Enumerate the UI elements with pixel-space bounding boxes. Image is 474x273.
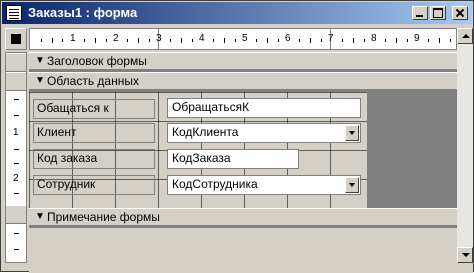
label-contact[interactable]: Обащаться к — [33, 99, 155, 119]
label-employee[interactable]: Сотрудник — [33, 175, 155, 195]
ruler-number: 2 — [113, 33, 119, 44]
section-detail-label: Область данных — [47, 74, 139, 88]
ruler-band-footer — [6, 205, 26, 224]
form-selector-button[interactable] — [5, 28, 27, 50]
minimize-button[interactable] — [412, 6, 428, 20]
form-design-area[interactable]: ▼ Заголовок формы ▼ Область данных Обаща… — [29, 52, 457, 263]
ruler-number: 7 — [328, 33, 334, 44]
section-header-label: Заголовок формы — [47, 54, 147, 68]
field-client-combo[interactable]: КодКлиента — [167, 123, 361, 143]
section-arrow-icon: ▼ — [35, 55, 45, 66]
horizontal-ruler[interactable]: 1 2 3 4 5 6 7 8 9 — [29, 28, 457, 50]
field-contact[interactable]: ОбращатьсяК — [167, 98, 361, 118]
maximize-button[interactable] — [430, 6, 446, 20]
footer-area[interactable] — [29, 228, 457, 263]
ruler-number: 1 — [13, 127, 19, 138]
ruler-number: 3 — [156, 33, 162, 44]
ruler-number: 6 — [285, 33, 291, 44]
section-arrow-icon: ▼ — [35, 75, 45, 86]
field-client-value: КодКлиента — [172, 125, 239, 139]
ruler-number: 9 — [414, 33, 420, 44]
field-employee-combo[interactable]: КодСотрудника — [167, 175, 361, 195]
dropdown-arrow-icon[interactable] — [345, 125, 359, 141]
section-detail-bar[interactable]: ▼ Область данных — [29, 72, 457, 90]
ruler-number: 4 — [199, 33, 205, 44]
window-title: Заказы1 : форма — [28, 5, 138, 20]
section-arrow-icon: ▼ — [35, 211, 45, 222]
scroll-down-icon[interactable] — [457, 247, 473, 263]
ruler-number: 2 — [13, 173, 19, 184]
ruler-number: 5 — [242, 33, 248, 44]
vertical-scrollbar[interactable] — [457, 28, 473, 263]
field-employee-value: КодСотрудника — [172, 177, 258, 191]
ruler-number: 8 — [371, 33, 377, 44]
ruler-band-header — [6, 53, 26, 72]
vertical-ruler[interactable]: 1 2 — [5, 52, 27, 263]
field-order-id[interactable]: КодЗаказа — [167, 149, 299, 169]
form-icon[interactable] — [6, 5, 22, 21]
label-order-id[interactable]: Код заказа — [33, 149, 155, 169]
title-bar[interactable]: Заказы1 : форма — [2, 2, 472, 24]
dropdown-arrow-icon[interactable] — [345, 177, 359, 193]
form-design-window: Заказы1 : форма 1 2 3 4 5 6 7 8 9 1 2 ▼ … — [0, 0, 474, 273]
section-header-bar[interactable]: ▼ Заголовок формы — [29, 52, 457, 70]
ruler-number: 1 — [70, 33, 76, 44]
label-client[interactable]: Клиент — [33, 123, 155, 143]
close-button[interactable] — [452, 6, 468, 20]
section-footer-label: Примечание формы — [47, 210, 160, 224]
ruler-band-detail — [6, 72, 26, 91]
section-footer-bar[interactable]: ▼ Примечание формы — [29, 208, 457, 226]
detail-area[interactable]: Обащаться к ОбращатьсяК Клиент КодКлиент… — [29, 92, 367, 208]
scroll-up-icon[interactable] — [457, 28, 473, 44]
